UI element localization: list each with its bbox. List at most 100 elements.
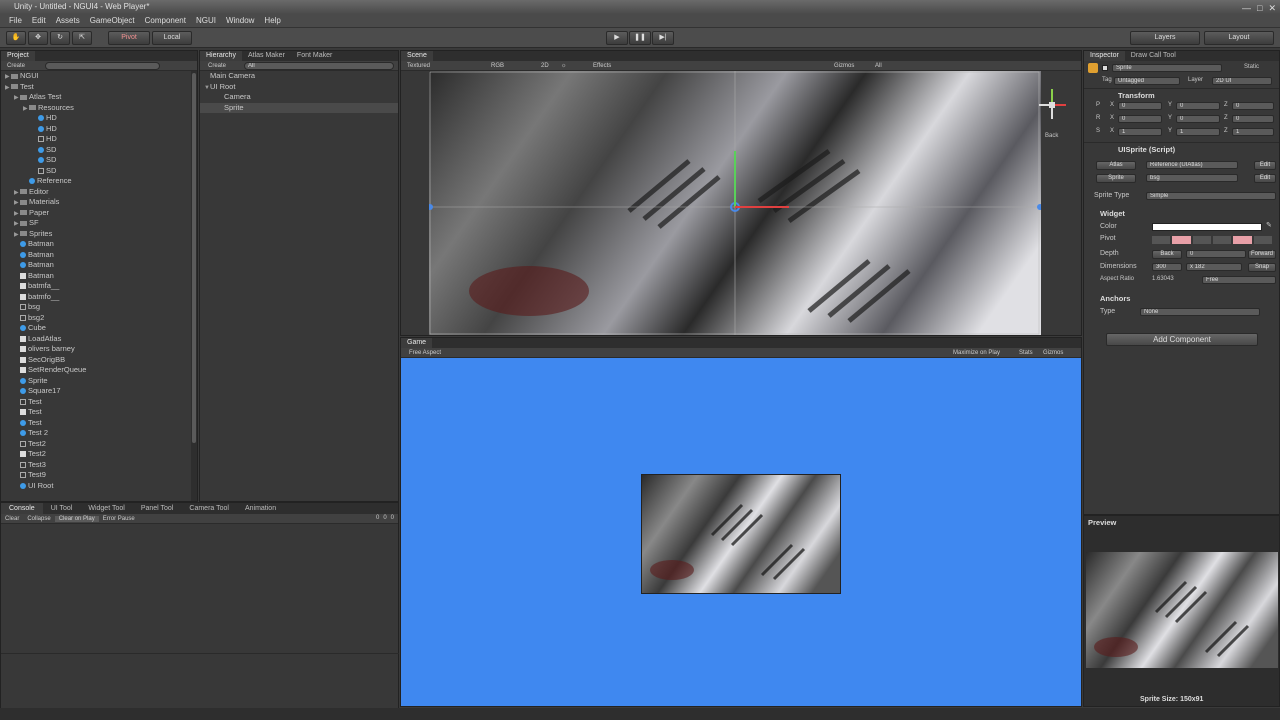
depth-forward-button[interactable]: Forward: [1248, 250, 1276, 259]
pivot-center-icon[interactable]: [1172, 236, 1191, 244]
hierarchy-item[interactable]: Camera: [200, 92, 398, 103]
menu-component[interactable]: Component: [140, 14, 191, 27]
project-item[interactable]: ▶ Paper: [1, 208, 197, 219]
shading-mode-dropdown[interactable]: Textured: [407, 61, 430, 71]
project-item[interactable]: Batman: [1, 239, 197, 250]
project-item[interactable]: UI Root: [1, 481, 197, 492]
info-count[interactable]: 0: [376, 515, 379, 521]
project-item[interactable]: bsg: [1, 302, 197, 313]
project-item[interactable]: SD: [1, 166, 197, 177]
project-item[interactable]: ▶ Resources: [1, 103, 197, 114]
error-pause-button[interactable]: Error Pause: [99, 516, 139, 522]
collapse-button[interactable]: Collapse: [23, 516, 54, 522]
tab-ui-tool[interactable]: UI Tool: [43, 503, 81, 514]
project-item[interactable]: Sprite: [1, 376, 197, 387]
minimize-icon[interactable]: —: [1242, 1, 1251, 15]
rot-x-field[interactable]: 0: [1118, 115, 1162, 123]
menu-gameobject[interactable]: GameObject: [85, 14, 140, 27]
rot-y-field[interactable]: 0: [1176, 115, 1220, 123]
project-item[interactable]: ▶ Test: [1, 82, 197, 93]
project-item[interactable]: Cube: [1, 323, 197, 334]
project-item[interactable]: SecOrigBB: [1, 355, 197, 366]
project-item[interactable]: Batman: [1, 260, 197, 271]
tab-draw-call-tool[interactable]: Draw Call Tool: [1125, 51, 1182, 61]
project-item[interactable]: SetRenderQueue: [1, 365, 197, 376]
project-item[interactable]: Reference: [1, 176, 197, 187]
project-item[interactable]: Test9: [1, 470, 197, 481]
sprite-type-dropdown[interactable]: Simple: [1146, 192, 1276, 200]
lighting-icon[interactable]: ☼: [561, 61, 567, 71]
pivot-buttons[interactable]: [1152, 236, 1272, 244]
depth-field[interactable]: 0: [1186, 250, 1246, 258]
pos-z-field[interactable]: 0: [1232, 102, 1274, 110]
snap-button[interactable]: Snap: [1248, 263, 1276, 272]
rotate-tool-icon[interactable]: ↻: [50, 31, 70, 45]
menu-ngui[interactable]: NGUI: [191, 14, 221, 27]
tab-scene[interactable]: Scene: [401, 51, 433, 61]
project-item[interactable]: ▶ Materials: [1, 197, 197, 208]
sprite-field[interactable]: bsg: [1146, 174, 1238, 182]
local-button[interactable]: Local: [152, 31, 192, 45]
pivot-top-icon[interactable]: [1212, 236, 1232, 244]
project-item[interactable]: Test: [1, 407, 197, 418]
menu-edit[interactable]: Edit: [27, 14, 51, 27]
color-swatch[interactable]: [1152, 223, 1262, 231]
atlas-field[interactable]: Reference (UIAtlas): [1146, 161, 1238, 169]
dimension-height-field[interactable]: x 182: [1186, 263, 1242, 271]
hierarchy-item[interactable]: Main Camera: [200, 71, 398, 82]
anchor-type-dropdown[interactable]: None: [1140, 308, 1260, 316]
uisprite-header[interactable]: UISprite (Script): [1118, 145, 1175, 154]
close-icon[interactable]: ✕: [1268, 1, 1276, 15]
layout-dropdown[interactable]: Layout: [1204, 31, 1274, 45]
pos-y-field[interactable]: 0: [1176, 102, 1220, 110]
tab-animation[interactable]: Animation: [237, 503, 284, 514]
project-create-button[interactable]: Create: [1, 63, 25, 69]
aspect-mode-dropdown[interactable]: Free: [1202, 276, 1276, 284]
tab-console[interactable]: Console: [1, 503, 43, 514]
tab-font-maker[interactable]: Font Maker: [291, 51, 338, 61]
menu-window[interactable]: Window: [221, 14, 259, 27]
atlas-button[interactable]: Atlas: [1096, 161, 1136, 170]
tab-camera-tool[interactable]: Camera Tool: [181, 503, 237, 514]
step-icon[interactable]: ▶|: [652, 31, 674, 45]
add-component-button[interactable]: Add Component: [1106, 333, 1258, 346]
project-item[interactable]: ▶ SF: [1, 218, 197, 229]
menu-file[interactable]: File: [4, 14, 27, 27]
project-item[interactable]: ▶ Atlas Test: [1, 92, 197, 103]
hierarchy-item[interactable]: ▼UI Root: [200, 82, 398, 93]
pivot-left-icon[interactable]: [1152, 236, 1171, 244]
widget-header[interactable]: Widget: [1100, 209, 1125, 218]
scale-z-field[interactable]: 1: [1232, 128, 1274, 136]
project-item[interactable]: Square17: [1, 386, 197, 397]
hierarchy-item[interactable]: Sprite: [200, 102, 398, 113]
sprite-button[interactable]: Sprite: [1096, 174, 1136, 183]
maximize-on-play-toggle[interactable]: Maximize on Play: [953, 348, 1000, 358]
maximize-icon[interactable]: □: [1257, 1, 1262, 15]
scene-sprite-image[interactable]: [429, 71, 1041, 335]
project-item[interactable]: SD: [1, 155, 197, 166]
eyedropper-icon[interactable]: ✎: [1266, 221, 1272, 229]
effects-dropdown[interactable]: Effects: [593, 61, 611, 71]
transform-header[interactable]: Transform: [1118, 91, 1155, 100]
pause-icon[interactable]: ❚❚: [629, 31, 651, 45]
tab-inspector[interactable]: Inspector: [1084, 51, 1125, 61]
project-item[interactable]: batmfo__: [1, 292, 197, 303]
hand-tool-icon[interactable]: ✋: [6, 31, 26, 45]
menu-assets[interactable]: Assets: [51, 14, 85, 27]
static-toggle[interactable]: Static: [1244, 64, 1259, 70]
project-item[interactable]: SD: [1, 145, 197, 156]
project-item[interactable]: HD: [1, 113, 197, 124]
warning-count[interactable]: 0: [383, 515, 386, 521]
tab-hierarchy[interactable]: Hierarchy: [200, 51, 242, 61]
tag-dropdown[interactable]: Untagged: [1114, 77, 1180, 85]
rot-z-field[interactable]: 0: [1232, 115, 1274, 123]
error-count[interactable]: 0: [391, 515, 394, 521]
depth-back-button[interactable]: Back: [1152, 250, 1182, 259]
pos-x-field[interactable]: 0: [1118, 102, 1162, 110]
project-item[interactable]: Batman: [1, 250, 197, 261]
scale-y-field[interactable]: 1: [1176, 128, 1220, 136]
game-viewport[interactable]: [401, 358, 1081, 706]
project-item[interactable]: batmfa__: [1, 281, 197, 292]
play-icon[interactable]: ▶: [606, 31, 628, 45]
project-item[interactable]: ▶ Sprites: [1, 229, 197, 240]
